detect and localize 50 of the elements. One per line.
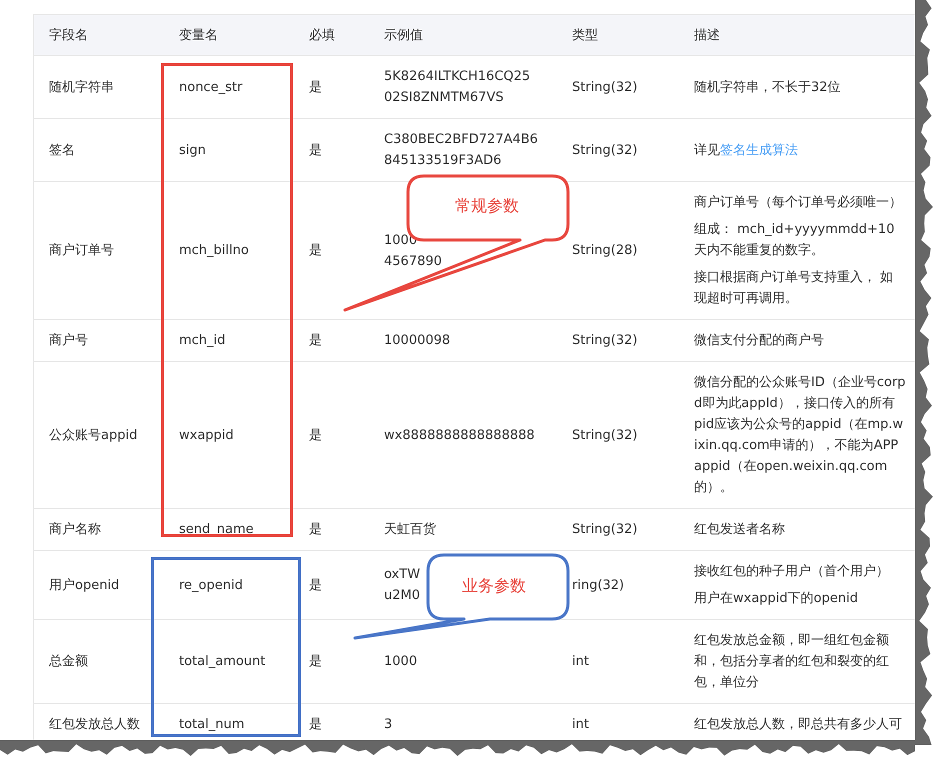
- table-cell: wxappid: [164, 362, 294, 508]
- table-cell: String(32): [557, 56, 679, 118]
- table-cell: mch_billno: [164, 182, 294, 320]
- callout-label: 常规参数: [455, 196, 519, 217]
- table-cell: String(32): [557, 362, 679, 508]
- description-text: 商户订单号（每个订单号必须唯一）: [694, 194, 901, 212]
- description-text: 随机字符串，不长于32位: [694, 78, 842, 96]
- table-cell: 商户名称: [34, 508, 164, 550]
- table-cell: 商户订单号: [34, 182, 164, 320]
- table-cell: 公众账号appid: [34, 362, 164, 508]
- table-cell: 是: [294, 56, 369, 118]
- description-text: 用户在wxappid下的openid: [694, 590, 859, 608]
- table-cell: 10000098: [369, 320, 557, 362]
- description-text: 接收红包的种子用户（首个用户）: [694, 563, 890, 581]
- description-text: 红包发放总金额，即一组红包金额 和，包括分享者的红包和裂变的红 包，单位分: [694, 632, 890, 692]
- table-cell: 天虹百货: [369, 508, 557, 550]
- table-cell: mch_id: [164, 320, 294, 362]
- description-text: 微信支付分配的商户号: [694, 332, 825, 350]
- column-header: 类型: [557, 15, 679, 56]
- table-cell: send_name: [164, 508, 294, 550]
- table-cell: 是: [294, 508, 369, 550]
- column-header: 变量名: [164, 15, 294, 56]
- table-cell: 商户号: [34, 320, 164, 362]
- doc-link[interactable]: 签名生成算法: [720, 142, 798, 158]
- description-text: 组成： mch_id+yyyymmdd+10 天内不能重复的数字。: [694, 221, 896, 260]
- table-cell: String(32): [557, 320, 679, 362]
- table-cell: int: [557, 620, 679, 704]
- table-cell: 用户openid: [34, 550, 164, 620]
- column-header: 示例值: [369, 15, 557, 56]
- description-text: 详见: [694, 142, 720, 158]
- description-text: 红包发放总人数，即总共有多少人可: [694, 716, 901, 734]
- column-header: 字段名: [34, 15, 164, 56]
- description-text: 红包发送者名称: [694, 521, 786, 539]
- table-cell: nonce_str: [164, 56, 294, 118]
- table-cell: re_openid: [164, 550, 294, 620]
- callout-label: 业务参数: [462, 576, 526, 597]
- table-cell: String(32): [557, 508, 679, 550]
- table-cell: sign: [164, 118, 294, 182]
- table-cell: 5K8264ILTKCH16CQ25 02SI8ZNMTM67VS: [369, 56, 557, 118]
- table-cell: 是: [294, 118, 369, 182]
- description-text: 接口根据商户订单号支持重入， 如 现超时可再调用。: [694, 269, 894, 308]
- table-cell: 签名: [34, 118, 164, 182]
- column-header: 描述: [679, 15, 916, 56]
- table-cell: 随机字符串: [34, 56, 164, 118]
- table-cell: wx8888888888888888: [369, 362, 557, 508]
- table-cell: total_amount: [164, 620, 294, 704]
- column-header: 必填: [294, 15, 369, 56]
- table-cell: 是: [294, 320, 369, 362]
- table-cell: 是: [294, 362, 369, 508]
- table-cell: 总金额: [34, 620, 164, 704]
